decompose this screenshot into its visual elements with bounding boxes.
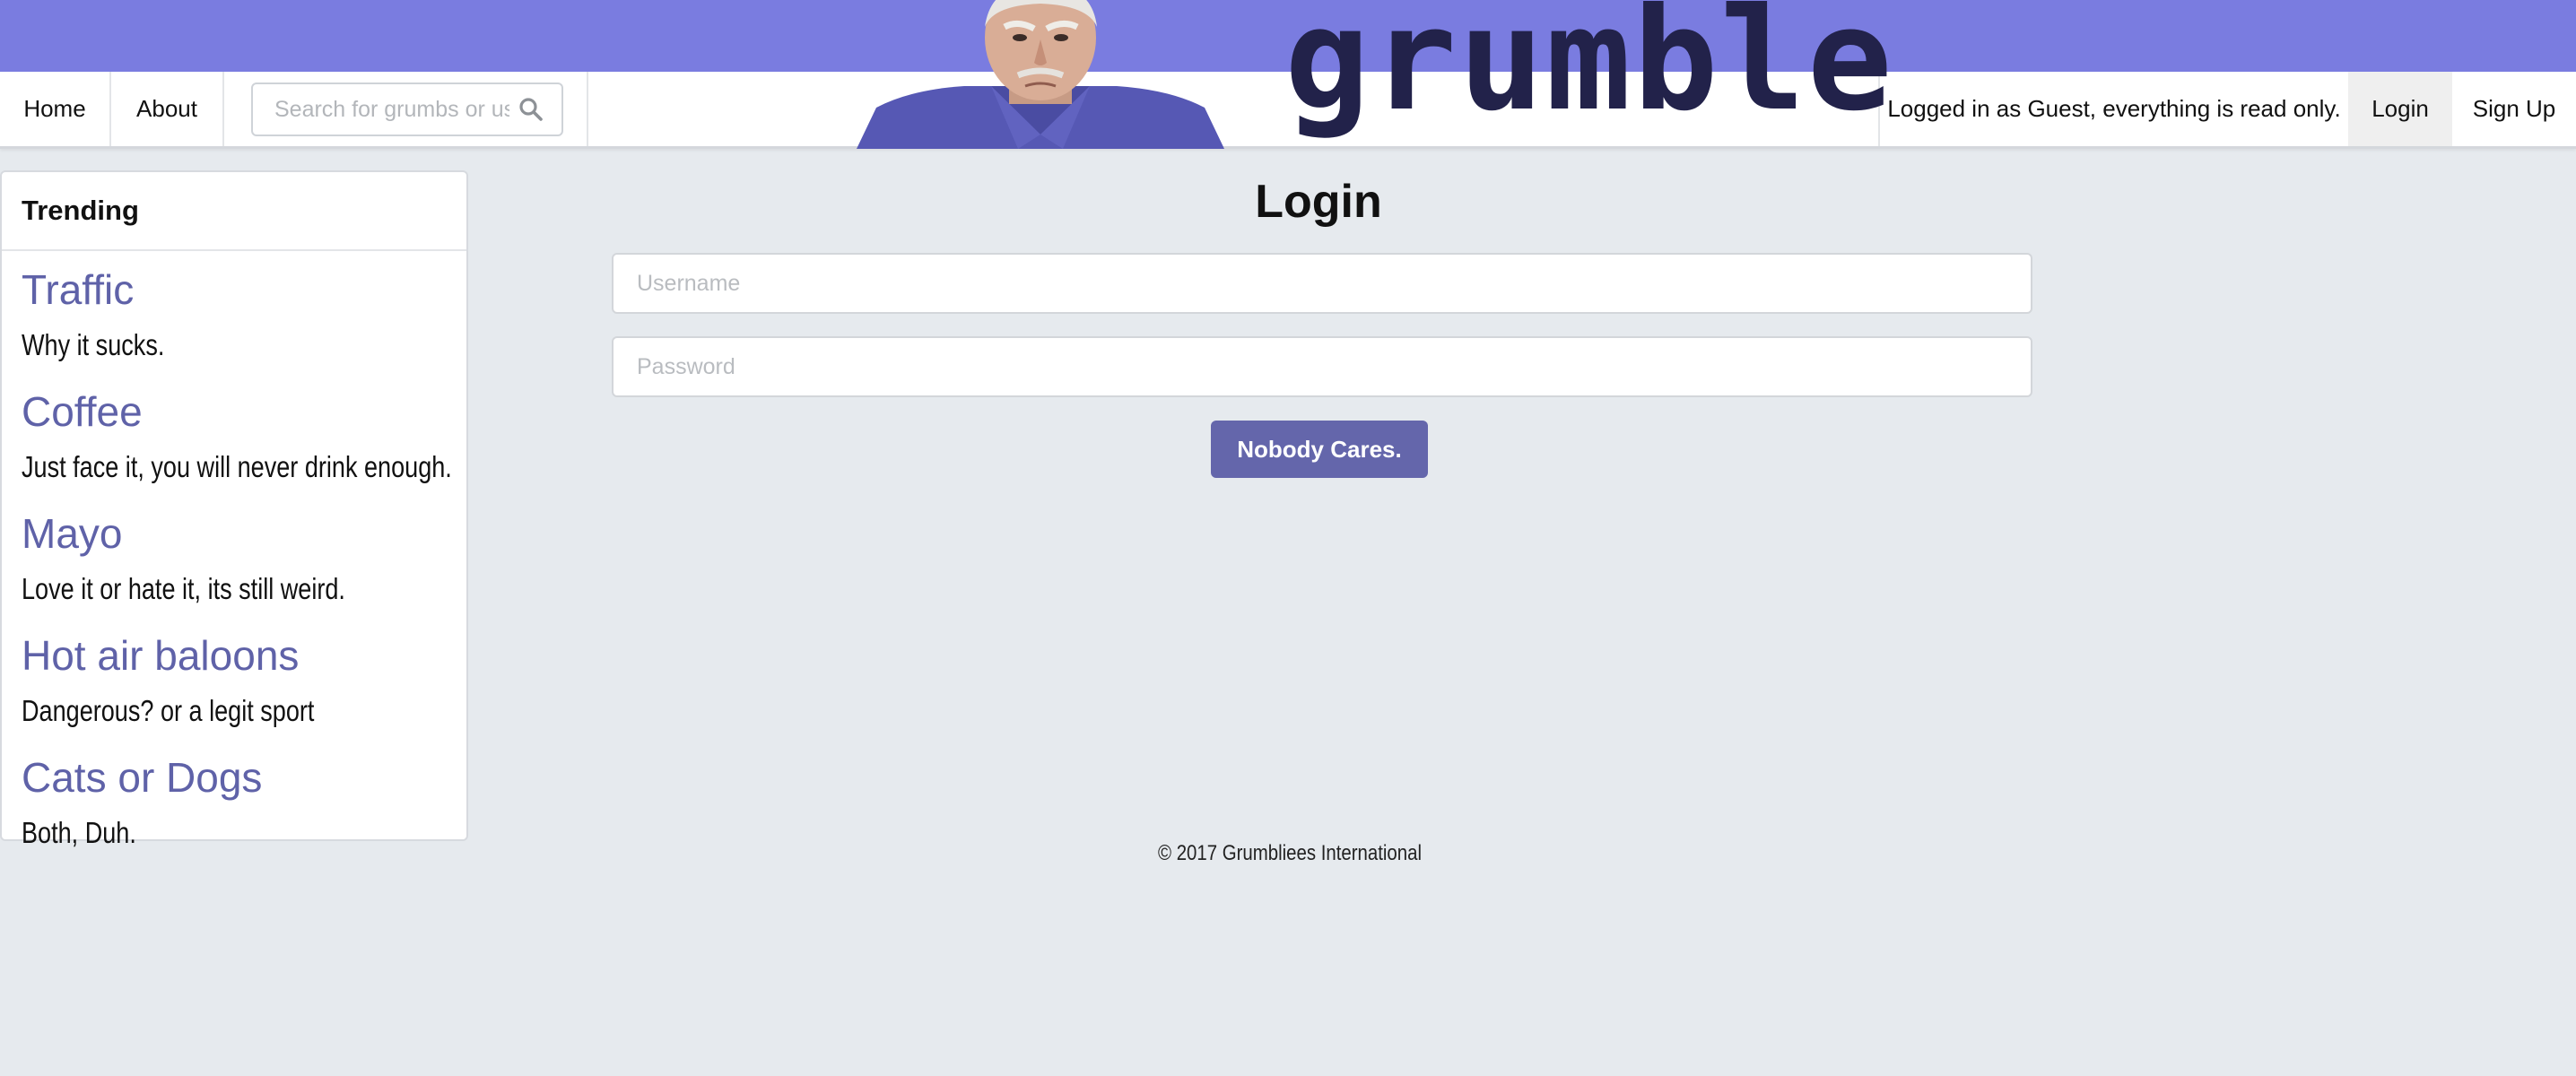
login-submit-button[interactable]: Nobody Cares. xyxy=(1211,421,1428,478)
trending-item-title[interactable]: Mayo xyxy=(22,506,466,561)
trending-item-title[interactable]: Hot air baloons xyxy=(22,628,466,683)
trending-item-title[interactable]: Traffic xyxy=(22,262,466,317)
nav-login-link[interactable]: Login xyxy=(2348,72,2452,146)
trending-item-desc: Love it or hate it, its still weird. xyxy=(22,572,345,605)
search-box xyxy=(251,82,563,136)
grumpy-mascot-image xyxy=(857,0,1224,149)
nav-signup-link[interactable]: Sign Up xyxy=(2452,72,2576,146)
search-input[interactable] xyxy=(274,91,509,127)
nav-about-link[interactable]: About xyxy=(111,72,224,146)
footer-copyright: © 2017 Grumbliees International xyxy=(1157,841,1422,865)
guest-status-text: Logged in as Guest, everything is read o… xyxy=(1878,72,2348,146)
username-field[interactable] xyxy=(612,253,2032,314)
nav-home-link[interactable]: Home xyxy=(0,72,111,146)
login-heading: Login xyxy=(1255,176,1382,228)
search-icon[interactable] xyxy=(518,97,544,122)
trending-list: Traffic Why it sucks. Coffee Just face i… xyxy=(2,262,466,861)
trending-item-desc: Both, Duh. xyxy=(22,816,136,849)
trending-item-title[interactable]: Cats or Dogs xyxy=(22,750,466,805)
trending-item-desc: Dangerous? or a legit sport xyxy=(22,694,315,727)
grumble-logo[interactable]: grumble xyxy=(1284,0,1894,136)
trending-heading: Trending xyxy=(2,172,466,251)
search-container xyxy=(224,72,588,146)
trending-item-desc: Just face it, you will never drink enoug… xyxy=(22,450,452,483)
trending-item-desc: Why it sucks. xyxy=(22,328,165,361)
password-field[interactable] xyxy=(612,336,2032,397)
trending-item-title[interactable]: Coffee xyxy=(22,384,466,439)
trending-panel: Trending Traffic Why it sucks. Coffee Ju… xyxy=(0,170,468,849)
